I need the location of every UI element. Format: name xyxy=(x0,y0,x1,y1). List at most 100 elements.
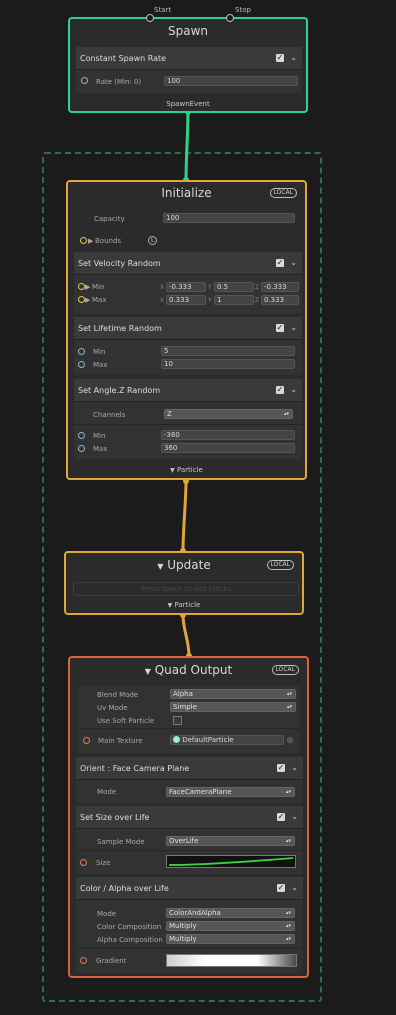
local-badge[interactable]: LOCAL xyxy=(269,188,297,198)
main-texture-field[interactable]: DefaultParticle xyxy=(170,735,284,745)
start-label: Start xyxy=(154,6,172,14)
block-title: Orient : Face Camera Plane xyxy=(80,764,190,773)
add-blocks-area[interactable]: Press space to add blocks xyxy=(73,582,299,596)
rate-port[interactable] xyxy=(81,77,88,84)
rate-field[interactable]: 100 xyxy=(164,76,298,86)
uv-mode-dropdown[interactable]: Simple ▴▾ xyxy=(170,702,296,712)
lifetime-min-field[interactable]: 5 xyxy=(161,346,295,356)
output-icon: ▼ xyxy=(144,667,151,676)
dropdown-arrow-icon: ▴▾ xyxy=(285,910,291,916)
local-badge[interactable]: LOCAL xyxy=(266,560,294,570)
chevron-down-icon[interactable]: ⌄ xyxy=(290,385,297,394)
chevron-down-icon[interactable]: ⌄ xyxy=(291,812,298,821)
velocity-max-y-field[interactable]: 1 xyxy=(214,295,254,305)
dropdown-arrow-icon: ▴▾ xyxy=(285,789,291,795)
set-lifetime-random-block[interactable]: Set Lifetime Random ✓ ⌄ Min 5 Max 10 xyxy=(74,317,302,375)
alpha-composition-label: Alpha Composition xyxy=(97,936,163,944)
main-texture-label: Main Texture xyxy=(98,737,143,745)
gradient-label: Gradient xyxy=(96,957,127,965)
bounds-port[interactable] xyxy=(80,237,87,244)
orient-face-camera-block[interactable]: Orient : Face Camera Plane ✓ ⌄ Mode Face… xyxy=(76,757,303,803)
object-picker-icon[interactable]: ◎ xyxy=(287,736,293,744)
soft-particle-checkbox[interactable] xyxy=(173,716,182,725)
max-label: Max xyxy=(93,445,108,453)
stop-port[interactable] xyxy=(226,14,234,22)
bounds-local-badge[interactable]: L xyxy=(148,236,158,245)
spawn-to-init-wire xyxy=(184,111,190,181)
block-enabled-checkbox[interactable]: ✓ xyxy=(277,764,285,772)
min-port[interactable] xyxy=(78,283,85,290)
min-label: Min xyxy=(93,348,106,356)
block-enabled-checkbox[interactable]: ✓ xyxy=(277,884,285,892)
blend-mode-dropdown[interactable]: Alpha ▴▾ xyxy=(170,689,296,699)
alpha-composition-dropdown[interactable]: Multiply ▴▾ xyxy=(166,934,295,944)
block-enabled-checkbox[interactable]: ✓ xyxy=(277,813,285,821)
orient-mode-dropdown[interactable]: FaceCameraPlane ▴▾ xyxy=(166,787,295,797)
chevron-down-icon[interactable]: ⌄ xyxy=(290,323,297,332)
local-badge[interactable]: LOCAL xyxy=(271,665,299,675)
size-curve-field[interactable] xyxy=(166,855,296,868)
particle-icon: ▼ xyxy=(170,467,175,474)
main-texture-port[interactable] xyxy=(83,737,90,744)
color-mode-dropdown[interactable]: ColorAndAlpha ▴▾ xyxy=(166,908,295,918)
z-label: Z xyxy=(255,284,260,291)
lifetime-max-field[interactable]: 10 xyxy=(161,359,295,369)
constant-spawn-rate-block[interactable]: Constant Spawn Rate ✓ ⌄ Rate (Min: 0) 10… xyxy=(76,47,302,93)
chevron-down-icon[interactable]: ⌄ xyxy=(291,883,298,892)
color-composition-dropdown[interactable]: Multiply ▴▾ xyxy=(166,921,295,931)
color-composition-label: Color Composition xyxy=(97,923,162,931)
x-label: X xyxy=(160,297,165,304)
sample-mode-dropdown[interactable]: OverLife ▴▾ xyxy=(166,836,295,846)
set-angle-z-random-block[interactable]: Set Angle.Z Random ✓ ⌄ Channels Z ▴▾ Min… xyxy=(74,379,302,459)
start-port[interactable] xyxy=(146,14,154,22)
chevron-down-icon[interactable]: ⌄ xyxy=(290,53,297,62)
block-enabled-checkbox[interactable]: ✓ xyxy=(276,324,284,332)
min-expand-icon[interactable]: ▶ xyxy=(85,283,90,291)
dropdown-arrow-icon: ▴▾ xyxy=(285,936,291,942)
velocity-min-z-field[interactable]: -0.333 xyxy=(261,282,299,292)
block-enabled-checkbox[interactable]: ✓ xyxy=(276,54,284,62)
quad-output-node[interactable]: ▼ Quad Output LOCAL Blend Mode Alpha ▴▾ … xyxy=(68,656,309,978)
x-label: X xyxy=(160,284,165,291)
max-label: Max xyxy=(92,296,107,304)
velocity-min-y-field[interactable]: 0.5 xyxy=(214,282,254,292)
chevron-down-icon[interactable]: ⌄ xyxy=(290,258,297,267)
min-label: Min xyxy=(92,283,105,291)
angle-max-field[interactable]: 360 xyxy=(161,443,295,453)
max-expand-icon[interactable]: ▶ xyxy=(85,296,90,304)
chevron-down-icon[interactable]: ⌄ xyxy=(291,763,298,772)
particle-output-label: ▼ Particle xyxy=(167,601,201,609)
blend-mode-label: Blend Mode xyxy=(97,691,139,699)
velocity-max-z-field[interactable]: 0.333 xyxy=(261,295,299,305)
angle-min-field[interactable]: -360 xyxy=(161,430,295,440)
channels-value: Z xyxy=(167,410,172,418)
gradient-port[interactable] xyxy=(80,957,87,964)
gradient-field[interactable] xyxy=(166,954,297,967)
size-port[interactable] xyxy=(80,859,87,866)
spawn-title: Spawn xyxy=(167,24,208,38)
min-port[interactable] xyxy=(78,348,85,355)
max-port[interactable] xyxy=(78,361,85,368)
capacity-field[interactable]: 100 xyxy=(163,213,295,223)
bounds-expand-icon[interactable]: ▶ xyxy=(88,237,93,245)
block-enabled-checkbox[interactable]: ✓ xyxy=(276,386,284,394)
block-title: Set Velocity Random xyxy=(78,259,161,268)
velocity-max-x-field[interactable]: 0.333 xyxy=(166,295,206,305)
color-alpha-over-life-block[interactable]: Color / Alpha over Life ✓ ⌄ Mode ColorAn… xyxy=(76,877,303,973)
min-port[interactable] xyxy=(78,432,85,439)
dropdown-arrow-icon: ▴▾ xyxy=(283,411,289,417)
initialize-node[interactable]: Initialize LOCAL Capacity 100 ▶ Bounds L… xyxy=(66,180,307,480)
velocity-min-x-field[interactable]: -0.333 xyxy=(166,282,206,292)
block-enabled-checkbox[interactable]: ✓ xyxy=(276,259,284,267)
set-velocity-random-block[interactable]: Set Velocity Random ✓ ⌄ ▶ Min X -0.333 Y… xyxy=(74,252,302,314)
max-label: Max xyxy=(93,361,108,369)
max-port[interactable] xyxy=(78,296,85,303)
update-node[interactable]: ▼ Update LOCAL Press space to add blocks… xyxy=(64,551,304,615)
max-port[interactable] xyxy=(78,445,85,452)
spawn-node[interactable]: Start Stop Spawn Constant Spawn Rate ✓ ⌄… xyxy=(68,6,308,113)
dropdown-arrow-icon: ▴▾ xyxy=(286,691,292,697)
mode-label: Mode xyxy=(97,788,117,796)
block-title: Set Size over Life xyxy=(80,813,150,822)
set-size-over-life-block[interactable]: Set Size over Life ✓ ⌄ Sample Mode OverL… xyxy=(76,806,303,874)
channels-dropdown[interactable]: Z ▴▾ xyxy=(164,409,293,419)
